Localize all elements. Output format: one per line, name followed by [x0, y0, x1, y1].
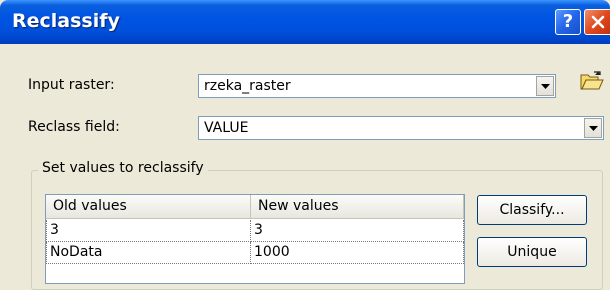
old-value-cell[interactable]: 3 — [46, 220, 251, 242]
reclass-field-dropdown-button[interactable] — [584, 118, 602, 138]
column-header-new-values[interactable]: New values — [251, 195, 464, 219]
browse-button[interactable] — [578, 70, 606, 96]
reclassify-values-legend: Set values to reclassify — [38, 160, 208, 176]
chevron-down-icon — [540, 78, 550, 94]
reclass-table[interactable]: Old values New values 3 3 NoData 1000 — [45, 194, 465, 284]
new-value-cell[interactable]: 3 — [251, 220, 464, 242]
close-icon — [591, 15, 605, 29]
input-raster-label: Input raster: — [28, 77, 115, 93]
input-raster-combo[interactable]: rzeka_raster — [198, 74, 556, 98]
title-bar[interactable]: Reclassify ? — [0, 0, 610, 44]
window-title: Reclassify — [12, 10, 120, 32]
reclass-field-combo[interactable]: VALUE — [198, 116, 604, 140]
folder-open-icon — [580, 71, 604, 95]
reclass-field-label: Reclass field: — [28, 119, 120, 135]
help-button[interactable]: ? — [555, 9, 581, 35]
reclass-field-value: VALUE — [204, 120, 249, 136]
reclassify-dialog: Reclassify ? Input raster: rzeka_raster — [0, 0, 610, 290]
close-button[interactable] — [584, 9, 610, 35]
help-icon: ? — [562, 11, 574, 32]
column-header-old-values[interactable]: Old values — [46, 195, 251, 219]
input-raster-dropdown-button[interactable] — [536, 76, 554, 96]
chevron-down-icon — [588, 120, 598, 136]
input-raster-value: rzeka_raster — [204, 78, 291, 94]
classify-button[interactable]: Classify... — [477, 195, 587, 225]
old-value-cell[interactable]: NoData — [46, 242, 251, 264]
new-value-cell[interactable]: 1000 — [251, 242, 464, 264]
unique-button[interactable]: Unique — [477, 237, 587, 267]
